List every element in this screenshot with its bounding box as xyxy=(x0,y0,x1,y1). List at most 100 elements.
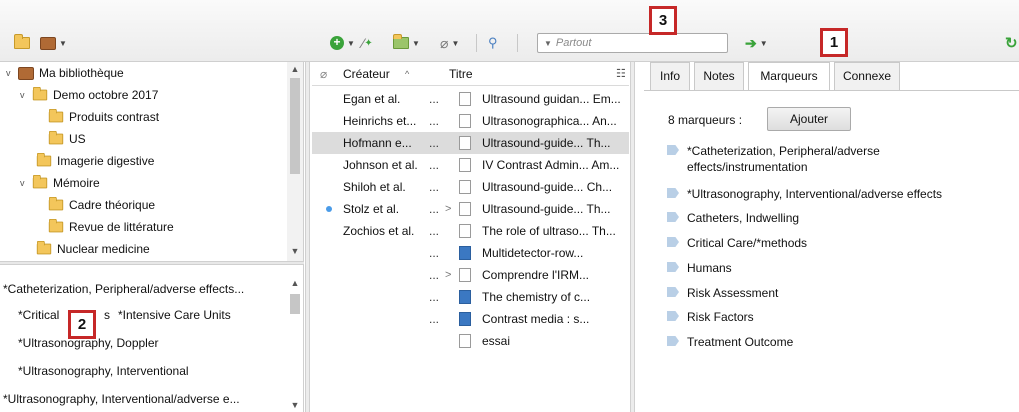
tag-item[interactable]: Treatment Outcome xyxy=(667,334,793,350)
document-icon xyxy=(459,92,471,106)
tab-notes[interactable]: Notes xyxy=(694,62,744,90)
table-row[interactable]: Stolz et al.... > Ultrasound-guide... Th..… xyxy=(312,198,629,220)
scroll-up-icon[interactable]: ▲ xyxy=(287,64,303,74)
tag-item[interactable]: *Ultrasonography, Interventional/adverse… xyxy=(667,186,942,202)
document-icon xyxy=(459,158,471,172)
table-row[interactable]: ... > Comprendre l'IRM... xyxy=(312,264,629,286)
library-icon xyxy=(18,66,34,80)
search-scope-dropdown-icon[interactable]: ▼ xyxy=(544,39,552,48)
collection-label: Produits contrast xyxy=(69,110,160,124)
tag-selector-pane: *Catheterization, Peripheral/adverse eff… xyxy=(0,264,304,412)
expand-chevron-icon[interactable]: > xyxy=(445,203,451,215)
folder-icon xyxy=(36,240,52,255)
tag-selector-item[interactable]: *Ultrasonography, Interventional xyxy=(18,364,189,378)
row-title: Ultrasound guidan... Em... xyxy=(482,92,621,106)
row-creator: Zochios et al. xyxy=(343,224,415,238)
tag-item[interactable]: Catheters, Indwelling xyxy=(667,210,799,226)
unread-dot-icon xyxy=(326,206,332,212)
table-row[interactable]: Egan et al.... Ultrasound guidan... Em... xyxy=(312,88,629,110)
tab-info[interactable]: Info xyxy=(650,62,690,90)
collection-us[interactable]: US xyxy=(48,128,86,150)
table-row[interactable]: essai xyxy=(312,330,629,352)
scroll-down-icon[interactable]: ▼ xyxy=(287,400,303,410)
table-row[interactable]: ... Multidetector-row... xyxy=(312,242,629,264)
collection-my-library[interactable]: v Ma bibliothèque xyxy=(6,62,124,84)
collections-scrollbar[interactable]: ▲ ▼ xyxy=(287,62,303,261)
tag-item[interactable]: Risk Assessment xyxy=(667,285,778,301)
collection-demo[interactable]: v Demo octobre 2017 xyxy=(20,84,158,106)
collection-imagerie[interactable]: Imagerie digestive xyxy=(36,150,154,172)
document-icon xyxy=(459,224,471,238)
tag-selector-item[interactable]: *Critical xyxy=(18,308,59,322)
collection-cadre[interactable]: Cadre théorique xyxy=(48,194,155,216)
row-title: Comprendre l'IRM... xyxy=(482,268,589,282)
tag-item[interactable]: Humans xyxy=(667,260,732,276)
table-row[interactable]: Johnson et al.... IV Contrast Admin... Am… xyxy=(312,154,629,176)
column-title[interactable]: Titre xyxy=(449,67,473,81)
tag-selector-item[interactable]: *Intensive Care Units xyxy=(118,308,231,322)
left-splitter[interactable] xyxy=(305,62,310,412)
collection-revue[interactable]: Revue de littérature xyxy=(48,216,174,238)
new-collection-icon[interactable] xyxy=(14,34,30,51)
advanced-search-icon[interactable]: ⚲ xyxy=(488,35,498,51)
expand-chevron-icon[interactable]: > xyxy=(445,269,451,281)
tag-item[interactable]: Critical Care/*methods xyxy=(667,235,807,251)
add-tag-button[interactable]: Ajouter xyxy=(767,107,851,131)
tag-item[interactable]: Risk Factors xyxy=(667,309,754,325)
collection-label: Imagerie digestive xyxy=(57,154,155,168)
tag-label: Critical Care/*methods xyxy=(687,236,808,250)
new-item-icon[interactable]: + ▼ xyxy=(330,35,355,51)
table-row[interactable]: ... Contrast media : s... xyxy=(312,308,629,330)
toolbar: ▼ + ▼ ⁄ ✦ ▼ ⌀ ▼ ⚲ ▼ Partout ➔ ▼ ↻ xyxy=(0,0,1019,62)
attach-link-icon[interactable]: ⌀ ▼ xyxy=(440,35,459,51)
tab-related[interactable]: Connexe xyxy=(834,62,900,90)
expand-chevron-icon[interactable]: v xyxy=(20,178,32,188)
tag-item[interactable]: *Catheterization, Peripheral/adverse eff… xyxy=(667,143,917,175)
expand-chevron-icon[interactable]: v xyxy=(6,68,18,78)
tag-selector-item[interactable]: *Catheterization, Peripheral/adverse eff… xyxy=(3,282,244,296)
tag-count-label: 8 marqueurs : xyxy=(668,113,743,127)
table-row[interactable]: Heinrichs et...... Ultrasonographica... A… xyxy=(312,110,629,132)
magic-wand-icon[interactable]: ⁄ ✦ xyxy=(362,35,373,51)
collection-label: Cadre théorique xyxy=(69,198,156,212)
sync-icon[interactable]: ↻ xyxy=(1005,35,1018,52)
callout-3: 3 xyxy=(649,6,677,35)
row-creator: Johnson et al. xyxy=(343,158,418,172)
table-row[interactable]: Hofmann e...... Ultrasound-guide... Th... xyxy=(312,132,629,154)
scroll-down-icon[interactable]: ▼ xyxy=(287,246,303,256)
column-picker-icon[interactable]: ☷ xyxy=(616,67,626,80)
collection-nuclear[interactable]: Nuclear medicine xyxy=(36,238,150,260)
tag-icon xyxy=(667,311,679,321)
item-pane-body xyxy=(644,90,1019,412)
table-row[interactable]: ... The chemistry of c... xyxy=(312,286,629,308)
search-input[interactable]: ▼ Partout xyxy=(537,33,728,53)
tag-selector-scrollbar[interactable]: ▲ ▼ xyxy=(287,272,303,412)
add-attachment-icon[interactable]: ▼ xyxy=(393,34,420,51)
right-splitter[interactable] xyxy=(630,62,635,412)
scroll-thumb[interactable] xyxy=(290,78,300,174)
column-creator[interactable]: Créateur xyxy=(343,67,390,81)
collection-memoire[interactable]: v Mémoire xyxy=(20,172,100,194)
row-ellipsis: ... xyxy=(429,224,440,238)
collection-label: Nuclear medicine xyxy=(57,242,150,256)
table-row[interactable]: Shiloh et al.... Ultrasound-guide... Ch..… xyxy=(312,176,629,198)
folder-icon xyxy=(48,108,64,123)
row-creator: Shiloh et al. xyxy=(343,180,406,194)
row-ellipsis: ... xyxy=(429,180,440,194)
attachment-column-icon[interactable]: ⌀ xyxy=(320,67,327,81)
new-library-icon[interactable]: ▼ xyxy=(40,35,67,51)
tag-selector-item[interactable]: *Ultrasonography, Doppler xyxy=(18,336,159,350)
scroll-thumb[interactable] xyxy=(290,294,300,314)
tag-icon xyxy=(667,237,679,247)
locate-arrow-icon[interactable]: ➔ ▼ xyxy=(745,35,768,51)
tab-tags[interactable]: Marqueurs xyxy=(748,62,830,91)
folder-icon xyxy=(48,218,64,233)
scroll-up-icon[interactable]: ▲ xyxy=(287,278,303,288)
expand-chevron-icon[interactable]: v xyxy=(20,90,32,100)
row-ellipsis: ... xyxy=(429,246,440,260)
tag-selector-item[interactable]: *Ultrasonography, Interventional/adverse… xyxy=(3,392,240,406)
collection-produits[interactable]: Produits contrast xyxy=(48,106,159,128)
book-icon xyxy=(459,246,471,260)
table-row[interactable]: Zochios et al.... The role of ultraso... … xyxy=(312,220,629,242)
sort-ascending-icon: ^ xyxy=(405,68,410,79)
